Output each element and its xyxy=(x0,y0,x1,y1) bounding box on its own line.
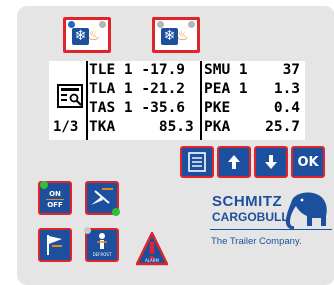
alarm-button[interactable]: ALARM xyxy=(135,231,169,267)
alarm-label: ALARM xyxy=(144,258,160,263)
brand-divider xyxy=(210,229,332,230)
heat-icon: ♨ xyxy=(176,28,189,44)
arrow-up-button[interactable] xyxy=(217,146,251,178)
status-led-grey xyxy=(84,227,91,234)
reading-right-2: PEA 1 1.3 xyxy=(204,81,301,97)
list-icon xyxy=(188,152,206,172)
defrost-icon xyxy=(97,233,107,249)
off-label: OFF xyxy=(47,201,63,209)
defrost-button[interactable]: DEFROST xyxy=(84,227,119,262)
status-led-green xyxy=(40,181,48,189)
reading-left-1: TLE 1 -17.9 xyxy=(89,62,186,78)
status-led-green xyxy=(112,208,120,216)
divider xyxy=(200,61,202,140)
flag-icon xyxy=(47,235,62,255)
reading-right-4: PKA 25.7 xyxy=(204,119,301,135)
reading-left-2: TLA 1 -21.2 xyxy=(89,81,186,97)
list-button[interactable] xyxy=(180,146,214,178)
heat-icon: ♨ xyxy=(87,28,100,44)
elephant-icon xyxy=(285,192,327,230)
flag-button[interactable] xyxy=(38,228,72,262)
status-led-grey xyxy=(157,21,164,28)
mode-button-left[interactable]: ❄ ♨ xyxy=(63,17,111,53)
arrow-down-icon xyxy=(265,155,277,169)
status-led-grey xyxy=(188,21,195,28)
menu-icon xyxy=(57,84,83,108)
reading-right-1: SMU 1 37 xyxy=(204,62,301,78)
page-indicator: 1/3 xyxy=(53,119,79,135)
divider xyxy=(86,61,88,140)
power-button[interactable]: ON OFF xyxy=(38,181,72,215)
power-icon: ON OFF xyxy=(40,190,70,209)
lcd-display: 1/3 TLE 1 -17.9 TLA 1 -21.2 TAS 1 -35.6 … xyxy=(49,61,305,140)
on-label: ON xyxy=(49,190,61,198)
reading-right-3: PKE 0.4 xyxy=(204,100,301,116)
status-led-grey xyxy=(99,21,106,28)
reading-left-3: TAS 1 -35.6 xyxy=(89,100,186,116)
brand-tagline: The Trailer Company. xyxy=(211,236,302,247)
ok-button[interactable]: OK xyxy=(291,146,325,178)
defrost-label: DEFROST xyxy=(92,252,112,257)
ok-label: OK xyxy=(297,154,319,170)
reading-left-4: TKA 85.3 xyxy=(89,119,194,135)
brand-name: SCHMITZ xyxy=(212,193,283,210)
arrow-down-button[interactable] xyxy=(254,146,288,178)
sensor-button[interactable] xyxy=(85,181,120,216)
mode-button-right[interactable]: ❄ ♨ xyxy=(152,17,200,53)
status-led-blue xyxy=(68,21,75,28)
arrow-up-icon xyxy=(228,155,240,169)
